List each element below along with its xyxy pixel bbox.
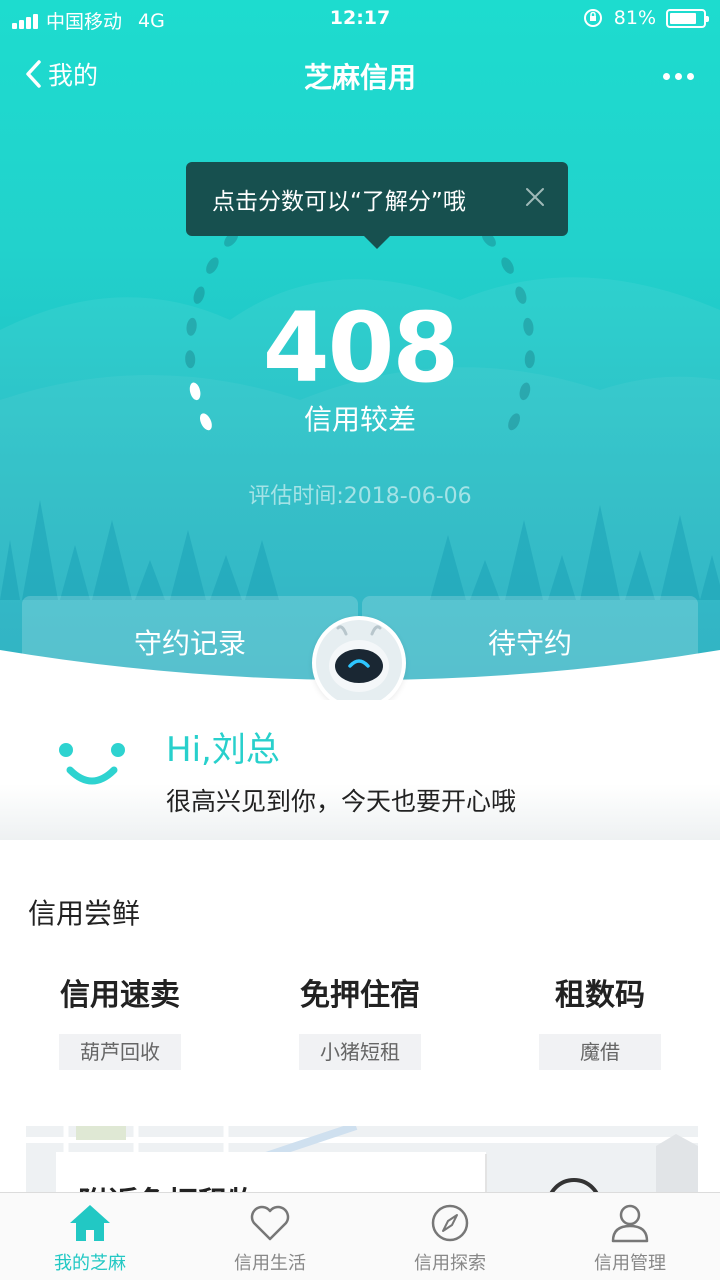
user-icon (611, 1204, 649, 1243)
credit-try-tag: 魔借 (539, 1034, 661, 1070)
credit-try-tag: 小猪短租 (299, 1034, 421, 1070)
credit-try-item-stay[interactable]: 免押住宿 小猪短租 (240, 970, 480, 1070)
gauge-dot (206, 257, 219, 274)
credit-try-name: 信用速卖 (60, 978, 180, 1013)
tab-credit-explore[interactable]: 信用探索 (360, 1203, 540, 1275)
tab-label: 信用探索 (414, 1253, 486, 1274)
credit-try-name: 免押住宿 (300, 978, 420, 1013)
credit-try-tag: 葫芦回收 (59, 1034, 181, 1070)
home-icon (70, 1205, 110, 1241)
evaluation-time: 评估时间:2018-06-06 (248, 484, 472, 509)
credit-try-name: 租数码 (555, 978, 645, 1013)
more-icon-dot (663, 72, 670, 80)
tab-credit-life[interactable]: 信用生活 (180, 1203, 360, 1275)
nav-bar: 我的 芝麻信用 (0, 50, 720, 100)
section-title-credit-try: 信用尝鲜 (28, 897, 141, 930)
tooltip-text: 点击分数可以“了解分”哦 (212, 189, 466, 215)
bottom-tab-bar: 我的芝麻 信用生活 信用探索 信用管理 (0, 1192, 720, 1280)
smile-icon (59, 743, 125, 785)
tab-label: 信用生活 (234, 1253, 306, 1274)
tab-label: 我的芝麻 (54, 1253, 126, 1274)
tab-credit-manage[interactable]: 信用管理 (540, 1203, 720, 1275)
tab-label: 信用管理 (594, 1253, 666, 1274)
orientation-lock-icon (583, 9, 602, 27)
close-icon[interactable] (524, 186, 546, 208)
credit-try-item-sell[interactable]: 信用速卖 葫芦回收 (0, 970, 240, 1070)
tab-my-zhima[interactable]: 我的芝麻 (0, 1203, 180, 1275)
status-bar: 中国移动 4G 12:17 81% (0, 0, 720, 40)
credit-score[interactable]: 408 (0, 300, 720, 396)
gauge-dot (501, 257, 514, 274)
battery-percent: 81% (613, 7, 656, 29)
credit-level: 信用较差 (303, 403, 416, 436)
compass-icon (431, 1204, 469, 1242)
greeting-message: 很高兴见到你，今天也要开心哦 (166, 787, 517, 816)
score-area[interactable]: 408 信用较差 (0, 300, 720, 438)
credit-try-item-rent-digital[interactable]: 租数码 魔借 (480, 970, 720, 1070)
heart-icon (250, 1205, 290, 1241)
page-title: 芝麻信用 (303, 61, 416, 94)
greeting-card: Hi,刘总 很高兴见到你，今天也要开心哦 (0, 700, 720, 840)
hero-section: 中国移动 4G 12:17 81% 我的 芝麻信用 408 信用较差 评估时间:… (0, 0, 720, 700)
robot-icon (329, 625, 389, 692)
battery-icon (666, 8, 709, 28)
robot-avatar[interactable] (312, 616, 406, 710)
greeting-hi: Hi,刘总 (166, 730, 280, 770)
more-button[interactable] (663, 58, 694, 94)
score-tooltip[interactable]: 点击分数可以“了解分”哦 (186, 162, 568, 249)
